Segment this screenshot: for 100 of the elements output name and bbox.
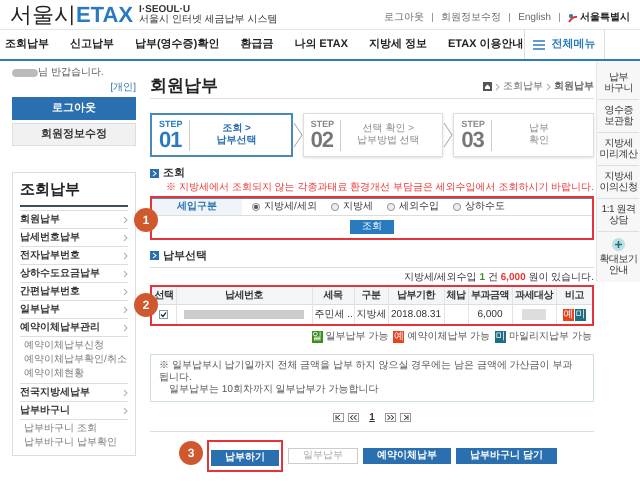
chevron-icon xyxy=(123,270,128,278)
top-link[interactable]: 로그아웃 xyxy=(384,10,424,25)
column-header: 과세대상 xyxy=(512,287,556,304)
sidebar-subitem[interactable]: 예약이체납부신청 xyxy=(20,339,128,354)
sidebar-title: 조회납부 xyxy=(20,178,128,208)
site-subtitle: 서울시 인터넷 세금납부 시스템 xyxy=(139,14,278,24)
top-link[interactable]: English xyxy=(518,10,551,25)
badge: 일 xyxy=(312,330,323,342)
sidebar-subitem[interactable]: 납부바구니 조회 xyxy=(20,422,128,436)
sidebar-subitem[interactable]: 예약이체납부확인/취소 xyxy=(20,353,128,368)
quick-link[interactable]: 지방세 미리계산 xyxy=(598,133,639,166)
chevron-icon xyxy=(123,324,128,332)
step-tag: STEP xyxy=(159,120,183,128)
table-cell: 2018.08.31 xyxy=(388,304,444,324)
nav-item[interactable]: 환급금 xyxy=(240,36,274,53)
logout-button[interactable]: 로그아웃 xyxy=(12,96,136,120)
first-page-button[interactable] xyxy=(333,413,344,422)
section-heading: 조회 xyxy=(163,166,185,181)
breadcrumb-link[interactable]: 조회납부 xyxy=(503,79,543,94)
radio-option[interactable]: 지방세/세외 xyxy=(252,199,317,214)
table-cell: 6,000 xyxy=(468,304,512,324)
column-header: 체납 xyxy=(444,287,468,304)
chevron-icon xyxy=(546,82,551,90)
step-label: 납부방법 선택 xyxy=(356,135,420,147)
top-link[interactable]: 회원정보수정 xyxy=(441,10,502,25)
annotation-marker: 1 xyxy=(134,208,158,232)
action-button[interactable]: 납부하기 xyxy=(211,450,280,466)
menu-icon xyxy=(533,40,546,50)
sidebar-item[interactable]: 납부바구니 xyxy=(20,401,128,420)
home-icon[interactable] xyxy=(483,82,492,91)
page-number[interactable]: 1 xyxy=(369,410,375,425)
sidebar-subitem[interactable]: 납부바구니 납부확인 xyxy=(20,436,128,450)
last-page-button[interactable] xyxy=(400,413,411,422)
query-notice: ※ 지방세에서 조회되지 않는 각종과태료 환경개선 부담금은 세외수입에서 조회하시기 바랍니다. xyxy=(165,182,594,194)
sidebar-item[interactable]: 전국지방세납부 xyxy=(20,383,128,402)
next-page-button[interactable] xyxy=(384,413,396,422)
column-header: 부과금액 xyxy=(468,287,512,304)
nav-item[interactable]: 납부(영수증)확인 xyxy=(135,36,220,53)
column-header: 납세번호 xyxy=(176,287,312,304)
nav-item[interactable]: 나의 ETAX xyxy=(294,36,348,53)
column-header: 세목 xyxy=(312,287,354,304)
edit-profile-button[interactable]: 회원정보수정 xyxy=(12,122,136,146)
row-checkbox[interactable] xyxy=(159,310,168,319)
blurred-name xyxy=(12,68,38,76)
quick-link[interactable]: 영수증 보관함 xyxy=(598,100,639,133)
all-menu-button[interactable]: 전체메뉴 xyxy=(524,30,605,59)
radio-option[interactable]: 세외수입 xyxy=(386,199,439,214)
step-label: 확인 xyxy=(528,135,549,147)
chevron-icon xyxy=(123,288,128,296)
quick-link[interactable]: 납부 바구니 xyxy=(598,67,639,100)
notice-text: ※ 일부납부시 납기일까지 전체 금액을 납부 하지 않으실 경우에는 남은 금액에 가산금이 부과 됩니다. xyxy=(159,360,574,384)
quick-link[interactable]: 지방세 이의신청 xyxy=(598,166,639,199)
site-logo[interactable]: 서울시 ETAX xyxy=(10,4,134,26)
plus-icon xyxy=(612,238,625,251)
table-cell: 주민세 .. xyxy=(312,304,354,324)
step-number: 03 xyxy=(461,128,484,150)
previous-page-button[interactable] xyxy=(348,413,360,422)
column-header: 비고 xyxy=(556,287,592,304)
table-cell: 지방세 xyxy=(354,304,388,324)
column-header: 구분 xyxy=(354,287,388,304)
legend-label: 예약이체납부 가능 xyxy=(407,330,490,344)
radio-option[interactable]: 상하수도 xyxy=(452,199,505,214)
legend-label: 일부납부 가능 xyxy=(326,330,388,344)
sidebar-item[interactable]: 회원납부 xyxy=(20,210,128,228)
action-button[interactable]: 납부바구니 담기 xyxy=(456,448,557,464)
nav-item[interactable]: 신고납부 xyxy=(70,36,114,53)
step-tag: STEP xyxy=(310,120,334,128)
breadcrumb-link[interactable]: 회원납부 xyxy=(554,79,594,94)
bullet-icon xyxy=(150,251,159,260)
summary-text: 지방세/세외수입 1 건 6,000 원이 있습니다. xyxy=(402,272,594,284)
sidebar-item[interactable]: 예약이체납부관리 xyxy=(20,318,128,336)
city-logo[interactable]: 서울특별시 xyxy=(568,10,630,25)
zoom-guide-link[interactable]: 확대보기 안내 xyxy=(600,232,638,282)
step-number: 01 xyxy=(159,128,182,150)
nav-item[interactable]: 조회납부 xyxy=(5,36,49,53)
chevron-icon xyxy=(123,234,128,242)
brand-slogan: I·SEOUL·U xyxy=(139,4,192,14)
legend-label: 마일리지납부 가능 xyxy=(509,330,592,344)
chevron-icon xyxy=(123,216,128,224)
sidebar-item[interactable]: 전자납부번호 xyxy=(20,246,128,264)
nav-item[interactable]: 지방세 정보 xyxy=(368,36,427,53)
sidebar-item[interactable]: 간편납부번호 xyxy=(20,282,128,300)
action-button[interactable]: 예약이체납부 xyxy=(363,448,452,464)
chevron-icon xyxy=(123,252,128,260)
chevron-icon xyxy=(123,388,128,397)
step-number: 02 xyxy=(310,128,334,150)
badge: 예 xyxy=(393,330,404,342)
search-button[interactable]: 조회 xyxy=(350,220,394,234)
sidebar-item[interactable]: 일부납부 xyxy=(20,300,128,318)
radio-option[interactable]: 지방세 xyxy=(330,199,373,214)
sidebar-item[interactable]: 납세번호납부 xyxy=(20,228,128,246)
badge: 미 xyxy=(574,308,586,321)
sidebar-item[interactable]: 상하수도요금납부 xyxy=(20,264,128,282)
sidebar-subitem[interactable]: 예약이체현황 xyxy=(20,367,128,382)
annotation-marker: 3 xyxy=(179,441,204,465)
nav-item[interactable]: ETAX 이용안내 xyxy=(448,36,524,53)
step-label: 조회 > xyxy=(222,123,251,135)
step-label: 선택 확인 > xyxy=(362,123,414,135)
bullet-icon xyxy=(150,168,159,178)
quick-link[interactable]: 1:1 원격 상담 xyxy=(598,199,639,232)
